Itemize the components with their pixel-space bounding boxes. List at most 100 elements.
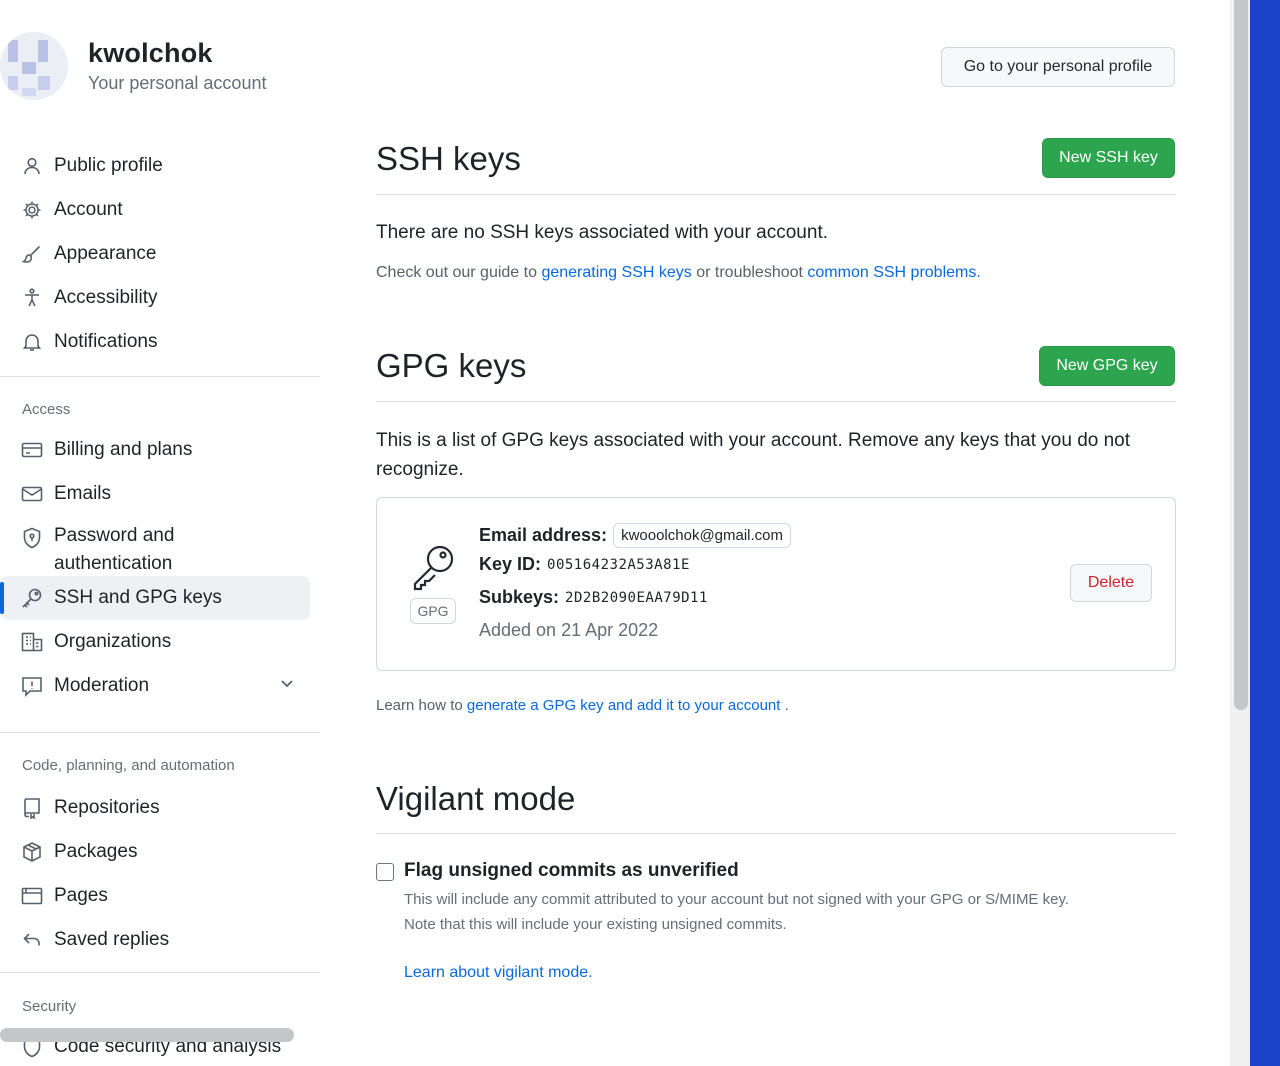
sidebar-item-repositories[interactable]: Repositories bbox=[0, 786, 310, 830]
sidebar-divider bbox=[0, 972, 320, 973]
paintbrush-icon bbox=[20, 242, 44, 266]
key-icon bbox=[409, 542, 459, 597]
sidebar-item-label: Billing and plans bbox=[54, 439, 193, 460]
gpg-badge: GPG bbox=[410, 598, 456, 624]
account-name[interactable]: kwolchok bbox=[88, 38, 266, 69]
personal-profile-button[interactable]: Go to your personal profile bbox=[941, 47, 1175, 87]
gpg-email-row: Email address: kwooolchok@gmail.com bbox=[479, 523, 792, 548]
generating-ssh-keys-link[interactable]: generating SSH keys bbox=[541, 264, 691, 281]
learn-vigilant-mode-link[interactable]: Learn about vigilant mode. bbox=[404, 964, 593, 982]
nav-group-personal: Public profile Account Appearance Access… bbox=[0, 144, 322, 364]
vigilant-note-line: This will include any commit attributed … bbox=[404, 891, 1070, 908]
sidebar-item-label: Packages bbox=[54, 841, 138, 862]
account-header: kwolchok Your personal account bbox=[0, 30, 266, 102]
sidebar-item-label: Emails bbox=[54, 483, 112, 504]
flag-unsigned-label[interactable]: Flag unsigned commits as unverified bbox=[404, 860, 739, 882]
bell-icon bbox=[20, 330, 44, 354]
vertical-scrollbar-thumb[interactable] bbox=[1234, 0, 1248, 710]
sidebar-item-packages[interactable]: Packages bbox=[0, 830, 310, 874]
repo-icon bbox=[20, 796, 44, 820]
sidebar-item-notifications[interactable]: Notifications bbox=[0, 320, 310, 364]
sidebar-item-label: Accessibility bbox=[54, 287, 158, 308]
sidebar-item-label: Account bbox=[54, 199, 123, 220]
sidebar-item-public-profile[interactable]: Public profile bbox=[0, 144, 310, 188]
gpg-keys-title: GPG keys bbox=[376, 347, 527, 384]
horizontal-scrollbar[interactable] bbox=[0, 1028, 294, 1042]
generate-gpg-key-link[interactable]: generate a GPG key and add it to your ac… bbox=[467, 697, 781, 714]
sidebar-item-appearance[interactable]: Appearance bbox=[0, 232, 310, 276]
section-divider bbox=[376, 401, 1176, 402]
sidebar-item-pages[interactable]: Pages bbox=[0, 874, 310, 918]
section-heading-code: Code, planning, and automation bbox=[22, 756, 235, 774]
ssh-guide-prefix: Check out our guide to bbox=[376, 264, 537, 281]
sidebar-item-label: Repositories bbox=[54, 797, 160, 818]
subkeys-label: Subkeys: bbox=[479, 587, 560, 607]
common-ssh-problems-link[interactable]: common SSH problems. bbox=[807, 264, 980, 281]
organization-icon bbox=[20, 630, 44, 654]
sidebar-item-label: Pages bbox=[54, 885, 108, 906]
avatar[interactable] bbox=[0, 32, 68, 100]
section-heading-access: Access bbox=[22, 400, 71, 418]
sidebar-item-billing[interactable]: Billing and plans bbox=[0, 428, 310, 472]
key-id-value: 005164232A53A81E bbox=[547, 556, 690, 573]
desktop-background bbox=[1250, 0, 1280, 1066]
ssh-empty-message: There are no SSH keys associated with yo… bbox=[376, 222, 829, 243]
delete-button[interactable]: Delete bbox=[1070, 564, 1152, 602]
sidebar-item-ssh-gpg-keys[interactable]: SSH and GPG keys bbox=[0, 576, 310, 620]
sidebar-item-password[interactable]: Password and authentication bbox=[0, 516, 310, 574]
section-divider bbox=[376, 194, 1176, 195]
ssh-guide-middle: or troubleshoot bbox=[696, 264, 803, 281]
sidebar-divider bbox=[0, 732, 320, 733]
account-subtitle: Your personal account bbox=[88, 73, 267, 93]
accessibility-icon bbox=[20, 286, 44, 310]
nav-group-access: Access Billing and plans Emails Password… bbox=[0, 392, 322, 708]
credit-card-icon bbox=[20, 438, 44, 462]
ssh-guide-text: Check out our guide to generating SSH ke… bbox=[376, 264, 981, 282]
package-icon bbox=[20, 840, 44, 864]
sidebar-item-accessibility[interactable]: Accessibility bbox=[0, 276, 310, 320]
report-icon bbox=[20, 674, 44, 698]
sidebar-divider bbox=[0, 376, 320, 377]
flag-unsigned-checkbox[interactable] bbox=[376, 863, 394, 881]
added-date: Added on 21 Apr 2022 bbox=[479, 620, 659, 640]
gear-icon bbox=[20, 198, 44, 222]
vigilant-note: This will include any commit attributed … bbox=[404, 887, 1174, 937]
sidebar-item-moderation[interactable]: Moderation bbox=[0, 664, 310, 708]
vigilant-mode-title: Vigilant mode bbox=[376, 780, 576, 817]
new-ssh-key-button[interactable]: New SSH key bbox=[1042, 138, 1175, 178]
gpg-key-card: GPG Email address: kwooolchok@gmail.com … bbox=[376, 497, 1176, 671]
sidebar-item-label: Saved replies bbox=[54, 929, 170, 950]
sidebar-item-label: Appearance bbox=[54, 243, 157, 264]
subkeys-value: 2D2B2090EAA79D11 bbox=[565, 589, 708, 606]
gpg-learn-text: Learn how to generate a GPG key and add … bbox=[376, 697, 789, 714]
sidebar-item-label: Public profile bbox=[54, 155, 163, 176]
sidebar-item-label: SSH and GPG keys bbox=[54, 587, 222, 608]
ssh-keys-title: SSH keys bbox=[376, 140, 521, 177]
chevron-down-icon[interactable] bbox=[278, 674, 296, 697]
email-chip: kwooolchok@gmail.com bbox=[613, 523, 792, 548]
shield-lock-icon bbox=[20, 526, 44, 550]
person-icon bbox=[20, 154, 44, 178]
sidebar-item-emails[interactable]: Emails bbox=[0, 472, 310, 516]
browser-icon bbox=[20, 884, 44, 908]
gpg-intro-text: This is a list of GPG keys associated wi… bbox=[376, 430, 1131, 480]
vigilant-note-line: Note that this will include your existin… bbox=[404, 916, 787, 933]
sidebar-item-label: Notifications bbox=[54, 331, 158, 352]
sidebar-item-organizations[interactable]: Organizations bbox=[0, 620, 310, 664]
sidebar-item-label: Password and authentication bbox=[54, 525, 175, 574]
key-icon bbox=[20, 586, 44, 610]
key-id-label: Key ID: bbox=[479, 554, 542, 574]
sidebar-item-account[interactable]: Account bbox=[0, 188, 310, 232]
nav-group-code: Code, planning, and automation Repositor… bbox=[0, 748, 322, 962]
gpg-subkeys-row: Subkeys: 2D2B2090EAA79D11 bbox=[479, 587, 708, 608]
sidebar-item-saved-replies[interactable]: Saved replies bbox=[0, 918, 310, 962]
sidebar-item-label: Organizations bbox=[54, 631, 172, 652]
gpg-learn-prefix: Learn how to bbox=[376, 697, 463, 714]
section-heading-security: Security bbox=[22, 997, 77, 1015]
new-gpg-key-button[interactable]: New GPG key bbox=[1039, 346, 1175, 386]
gpg-key-id-row: Key ID: 005164232A53A81E bbox=[479, 554, 690, 575]
settings-sidebar: kwolchok Your personal account Public pr… bbox=[0, 0, 322, 1066]
email-label: Email address: bbox=[479, 525, 608, 545]
reply-icon bbox=[20, 928, 44, 952]
sidebar-item-label: Moderation bbox=[54, 675, 150, 696]
